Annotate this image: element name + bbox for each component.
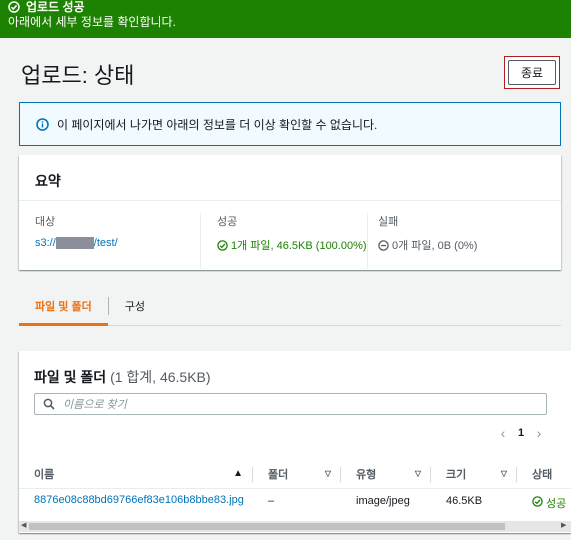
files-header: 파일 및 폴더 (1 합계, 46.5KB) [19,351,571,391]
failed-column: 실패 0개 파일, 0B (0%) [368,213,560,269]
destination-column: 대상 s3:// /test/ [19,213,201,269]
success-check-icon [532,496,543,507]
success-check-icon [217,239,228,251]
summary-title: 요약 [19,155,561,201]
files-count: (1 합계, 46.5KB) [110,369,211,385]
failed-value: 0개 파일, 0B (0%) [392,240,478,252]
current-page[interactable]: 1 [514,427,528,439]
destination-suffix: /test/ [93,237,118,249]
file-name-link[interactable]: 8876e08c88bd69766ef83e106b8bbe83.jpg [19,489,253,511]
column-folder-label: 폴더 [268,468,289,481]
file-status: 성공 [517,489,571,511]
column-status[interactable]: 상태 [517,459,571,489]
scroll-left-icon[interactable]: ◀ [21,521,26,529]
sort-icon: ▽ [500,469,507,478]
page-title: 업로드: 상태 [21,63,135,88]
files-panel: 파일 및 폴더 (1 합계, 46.5KB) 이름으로 찾기 ‹ 1 › 이름 … [19,351,571,533]
sort-ascending-icon: ▲ [233,468,243,479]
success-value: 1개 파일, 46.5KB (100.00%) [231,240,367,252]
destination-link[interactable]: s3:// /test/ [35,237,200,249]
file-folder: – [268,495,275,507]
files-title: 파일 및 폴더 [34,369,107,385]
scrollbar-thumb[interactable] [29,523,505,530]
info-alert: 이 페이지에서 나가면 아래의 정보를 더 이상 확인할 수 없습니다. [19,102,561,146]
info-message: 이 페이지에서 나가면 아래의 정보를 더 이상 확인할 수 없습니다. [57,117,378,132]
search-placeholder: 이름으로 찾기 [63,399,127,411]
info-icon [36,117,49,131]
column-status-label: 상태 [532,468,553,481]
success-flashbar: 업로드 성공 아래에서 세부 정보를 확인합니다. [0,0,571,38]
previous-page-icon[interactable]: ‹ [492,425,514,441]
summary-panel: 요약 대상 s3:// /test/ 성공 1개 파일, 46.5KB (100… [19,155,561,270]
scroll-right-icon[interactable]: ▶ [561,521,566,529]
pagination: ‹ 1 › [492,425,550,441]
column-size[interactable]: 크기 ▽ [431,459,517,489]
search-icon [43,398,55,410]
column-folder[interactable]: 폴더 ▽ [253,459,341,489]
tab-bar: 파일 및 폴더 구성 [19,288,561,326]
sort-icon: ▽ [414,469,421,478]
file-type: image/jpeg [356,495,410,507]
destination-label: 대상 [35,216,56,228]
column-type[interactable]: 유형 ▽ [341,459,431,489]
flash-title: 업로드 성공 [26,0,85,14]
check-circle-icon [8,1,20,13]
close-button-highlight: 종료 [504,56,560,89]
success-label: 성공 [217,216,238,228]
flash-message: 아래에서 세부 정보를 확인합니다. [8,15,176,29]
horizontal-scrollbar[interactable]: ◀ ▶ [19,521,571,532]
column-size-label: 크기 [446,468,467,481]
success-column: 성공 1개 파일, 46.5KB (100.00%) [201,213,368,269]
close-button[interactable]: 종료 [508,60,556,85]
column-type-label: 유형 [356,468,377,481]
next-page-icon[interactable]: › [528,425,550,441]
file-status-label: 성공 [546,498,567,510]
column-name-label: 이름 [34,468,55,481]
table-header: 이름 ▲ 폴더 ▽ 유형 ▽ 크기 ▽ 상태 [19,459,571,489]
failed-minus-icon [378,239,389,251]
destination-prefix: s3:// [35,237,56,249]
redacted-bucket-name [55,237,94,249]
file-size: 46.5KB [446,495,483,507]
table-row: 8876e08c88bd69766ef83e106b8bbe83.jpg – i… [19,489,571,511]
column-name[interactable]: 이름 ▲ [19,459,253,489]
sort-icon: ▽ [324,469,331,478]
failed-label: 실패 [378,216,399,228]
search-input[interactable]: 이름으로 찾기 [34,393,547,415]
tab-files-and-folders[interactable]: 파일 및 폴더 [19,288,108,326]
tab-configuration[interactable]: 구성 [109,288,161,326]
